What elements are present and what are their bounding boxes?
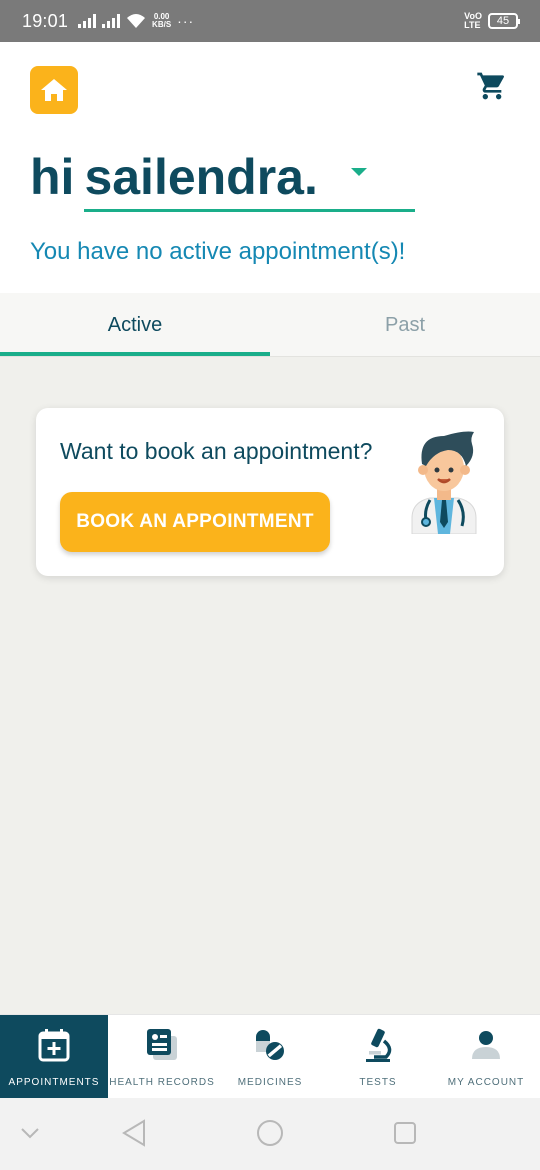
signal-icon — [78, 14, 97, 28]
book-appointment-button[interactable]: BOOK AN APPOINTMENT — [60, 492, 330, 552]
home-circle-icon[interactable] — [255, 1118, 285, 1148]
nav-label-tests: TESTS — [359, 1077, 397, 1088]
cart-button[interactable] — [474, 68, 510, 104]
home-button[interactable] — [30, 66, 78, 114]
tabs-divider — [0, 356, 540, 357]
status-icons: 0.00 KB/S ··· — [78, 13, 194, 29]
greeting-row: hi sailendra. — [30, 146, 416, 212]
card-title: Want to book an appointment? — [60, 438, 373, 464]
status-right: VoO LTE 45 — [464, 12, 520, 30]
pills-icon — [252, 1027, 288, 1063]
volte-bottom: LTE — [464, 20, 481, 30]
appointment-tabs: Active Past — [0, 293, 540, 357]
back-icon[interactable] — [120, 1118, 148, 1148]
header: hi sailendra. You have no active appoint… — [0, 42, 540, 293]
cart-icon — [477, 72, 504, 100]
nav-label-medicines: MEDICINES — [237, 1077, 303, 1088]
user-name: sailendra. — [84, 149, 318, 205]
nav-appointments[interactable]: APPOINTMENTS — [0, 1015, 108, 1098]
nav-my-account[interactable]: MY ACCOUNT — [432, 1015, 540, 1098]
volte-indicator: VoO LTE — [464, 12, 482, 30]
more-dots: ··· — [177, 13, 195, 29]
home-icon — [41, 79, 67, 101]
records-icon — [144, 1027, 180, 1063]
nav-medicines[interactable]: MEDICINES — [216, 1015, 324, 1098]
greeting-text: hi — [30, 149, 75, 205]
nav-tests[interactable]: TESTS — [324, 1015, 432, 1098]
nav-label-health-records: HEALTH RECORDS — [109, 1077, 215, 1088]
nav-health-records[interactable]: HEALTH RECORDS — [108, 1015, 216, 1098]
net-speed: 0.00 KB/S — [152, 13, 171, 29]
microscope-icon — [360, 1027, 396, 1063]
person-icon — [468, 1027, 504, 1063]
net-speed-unit: KB/S — [152, 20, 172, 29]
tab-past[interactable]: Past — [270, 293, 540, 357]
caret-down-icon — [351, 168, 368, 176]
nav-label-my-account: MY ACCOUNT — [447, 1077, 525, 1088]
bottom-nav: APPOINTMENTS HEALTH RECORDS MEDICINES TE… — [0, 1014, 540, 1098]
nav-label-appointments: APPOINTMENTS — [8, 1077, 100, 1088]
system-nav-bar — [0, 1098, 540, 1170]
signal-icon-2 — [102, 14, 121, 28]
appointment-status-text: You have no active appointment(s)! — [30, 238, 406, 265]
status-bar: 19:01 0.00 KB/S ··· VoO LTE 45 — [0, 0, 540, 42]
calendar-plus-icon — [36, 1027, 72, 1063]
recents-icon[interactable] — [392, 1120, 418, 1146]
wifi-icon — [127, 14, 146, 28]
doctor-illustration-icon — [411, 431, 477, 534]
battery-icon: 45 — [488, 13, 520, 29]
tab-active[interactable]: Active — [0, 293, 270, 357]
status-time: 19:01 — [22, 10, 69, 31]
chevron-down-icon[interactable] — [20, 1126, 40, 1140]
book-appointment-card: Want to book an appointment? BOOK AN APP… — [36, 408, 504, 576]
user-selector[interactable]: sailendra. — [84, 146, 416, 212]
